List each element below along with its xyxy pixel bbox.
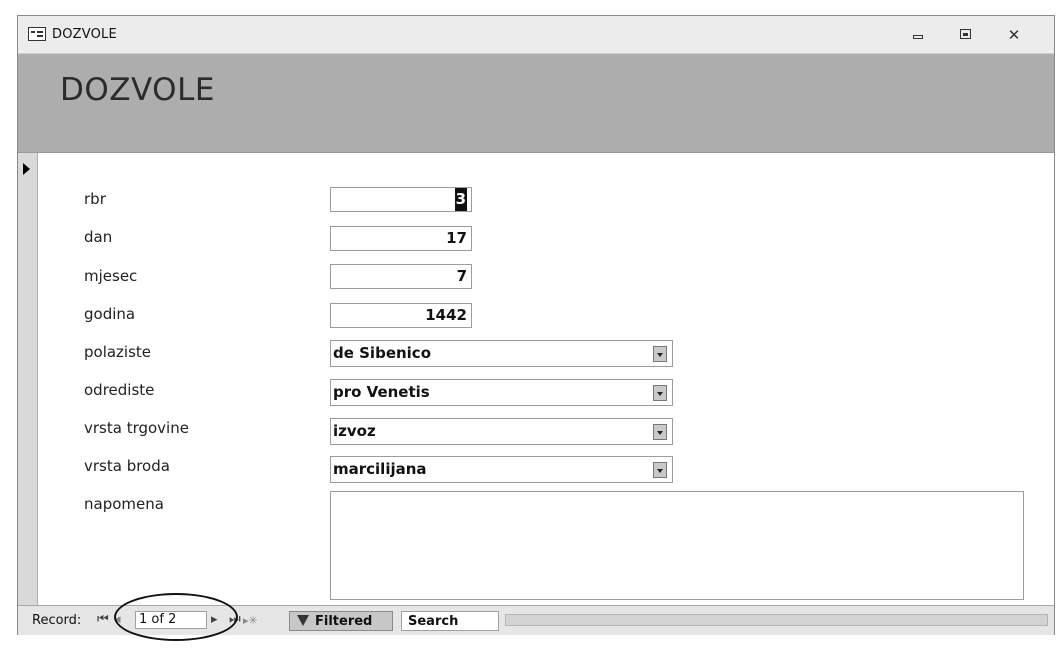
vrsta-broda-combo[interactable]: marcilijana [330,456,673,483]
napomena-field[interactable] [330,491,1024,600]
vrsta-broda-value: marcilijana [333,460,427,478]
filter-icon [297,615,309,626]
polaziste-label: polaziste [84,343,152,361]
record-navigation-bar: Record: ⏮ ◂ 1 of 2 ▸ ⏭ ▸✳ Filtered Searc… [18,593,1054,641]
mjesec-label: mjesec [84,267,138,285]
rbr-label: rbr [84,190,106,208]
odrediste-value: pro Venetis [333,383,430,401]
rbr-field[interactable]: 3 [330,187,472,212]
highlight-circle [114,593,238,641]
search-placeholder: Search [408,614,459,629]
rbr-value: 3 [454,188,467,211]
napomena-label: napomena [84,495,164,513]
godina-field[interactable]: 1442 [330,303,472,328]
form-icon [28,27,46,41]
chevron-down-icon[interactable] [653,424,667,440]
polaziste-combo[interactable]: de Sibenico [330,340,673,367]
dan-label: dan [84,228,113,246]
search-input[interactable]: Search [401,611,499,631]
form-body: rbr 3 dan 17 mjesec 7 godina 1442 polazi… [38,153,1054,605]
minimize-icon[interactable] [906,24,930,46]
record-selector[interactable] [18,153,38,605]
godina-label: godina [84,305,136,323]
close-icon[interactable]: ✕ [1002,24,1026,46]
first-record-icon[interactable]: ⏮ [97,612,109,627]
record-label: Record: [32,613,82,628]
page-title: DOZVOLE [60,72,215,108]
form-header: DOZVOLE [18,54,1054,153]
odrediste-combo[interactable]: pro Venetis [330,379,673,406]
vrsta-trgovine-label: vrsta trgovine [84,419,189,437]
chevron-down-icon[interactable] [653,385,667,401]
filter-label: Filtered [315,614,373,629]
mjesec-field[interactable]: 7 [330,264,472,289]
window-title: DOZVOLE [52,27,117,42]
vrsta-trgovine-combo[interactable]: izvoz [330,418,673,445]
odrediste-label: odrediste [84,381,155,399]
vrsta-broda-label: vrsta broda [84,457,170,475]
form-window: DOZVOLE ✕ DOZVOLE rbr 3 dan 17 mjesec 7 … [17,15,1055,641]
chevron-down-icon[interactable] [653,346,667,362]
dan-field[interactable]: 17 [330,226,472,251]
chevron-down-icon[interactable] [653,462,667,478]
filter-toggle-button[interactable]: Filtered [289,611,393,631]
title-bar: DOZVOLE ✕ [18,16,1054,54]
current-record-arrow-icon [23,163,30,175]
polaziste-value: de Sibenico [333,344,432,362]
new-record-icon[interactable]: ▸✳ [243,614,258,627]
vrsta-trgovine-value: izvoz [333,422,376,440]
horizontal-scrollbar[interactable] [505,614,1048,626]
maximize-icon[interactable] [954,24,978,46]
